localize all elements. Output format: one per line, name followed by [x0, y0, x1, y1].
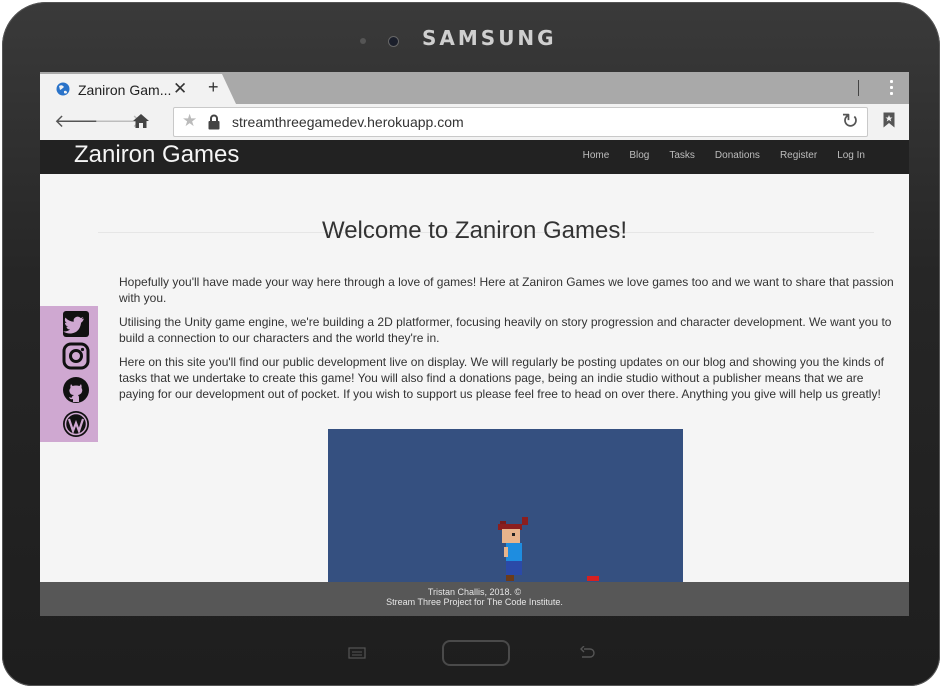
nav-donations[interactable]: Donations: [715, 150, 760, 161]
reload-icon[interactable]: ↻: [841, 109, 859, 134]
screen: Zaniron Gam... ✕ + 🡐 🡒 ★ streamthreegame…: [40, 72, 909, 616]
footer-credit: Stream Three Project for The Code Instit…: [386, 597, 563, 607]
new-tab-button[interactable]: +: [208, 77, 219, 98]
nav-register[interactable]: Register: [780, 150, 817, 161]
game-preview: [328, 429, 683, 589]
url-text: streamthreegamedev.herokuapp.com: [232, 114, 464, 130]
sensor-dot: [360, 38, 366, 44]
browser-toolbar: 🡐 🡒 ★ streamthreegamedev.herokuapp.com ↻: [40, 104, 909, 141]
close-tab-icon[interactable]: ✕: [173, 79, 187, 99]
twitter-icon[interactable]: [62, 310, 90, 338]
nav-login[interactable]: Log In: [837, 150, 865, 161]
site-brand[interactable]: Zaniron Games: [74, 141, 239, 169]
tab-bar: Zaniron Gam... ✕ +: [40, 72, 909, 104]
intro-paragraph-3: Here on this site you'll find our public…: [119, 355, 884, 401]
github-icon[interactable]: [62, 376, 90, 404]
page-title: Welcome to Zaniron Games!: [321, 217, 627, 244]
globe-icon: [56, 82, 70, 96]
device-brand: SAMSUNG: [422, 26, 557, 50]
back-key-icon[interactable]: [578, 646, 596, 660]
wordpress-icon[interactable]: [62, 410, 90, 438]
main-content: Welcome to Zaniron Games! Hopefully you'…: [40, 174, 909, 589]
footer-copyright: Tristan Challis, 2018. ©: [427, 587, 522, 597]
intro-paragraph-2: Utilising the Unity game engine, we're b…: [119, 315, 892, 345]
nav-tasks[interactable]: Tasks: [669, 150, 695, 161]
social-links-panel: [40, 306, 98, 442]
tab-bar-divider: [858, 80, 859, 96]
bookmarks-icon[interactable]: [883, 112, 895, 128]
menu-key-icon[interactable]: [348, 647, 366, 659]
nav-links: Home Blog Tasks Donations Register Log I…: [583, 150, 865, 161]
home-icon[interactable]: [132, 113, 150, 129]
nav-home[interactable]: Home: [583, 150, 610, 161]
menu-dots-icon[interactable]: [887, 77, 895, 99]
site-footer: Tristan Challis, 2018. © Stream Three Pr…: [40, 582, 909, 616]
star-icon[interactable]: ★: [182, 111, 197, 131]
home-key[interactable]: [442, 640, 510, 666]
instagram-icon[interactable]: [62, 342, 90, 370]
nav-blog[interactable]: Blog: [629, 150, 649, 161]
tab-title: Zaniron Gam...: [78, 82, 172, 98]
tablet-frame: SAMSUNG Zaniron Gam... ✕ + 🡐 🡒 ★ streamt…: [2, 2, 940, 686]
game-character-sprite: [498, 517, 599, 581]
intro-paragraph-1: Hopefully you'll have made your way here…: [119, 275, 894, 305]
lock-icon: [208, 114, 220, 130]
site-navbar: Zaniron Games Home Blog Tasks Donations …: [40, 140, 909, 174]
address-bar[interactable]: ★ streamthreegamedev.herokuapp.com ↻: [173, 107, 868, 137]
browser-tab[interactable]: Zaniron Gam... ✕: [40, 74, 236, 104]
front-camera: [388, 36, 399, 47]
